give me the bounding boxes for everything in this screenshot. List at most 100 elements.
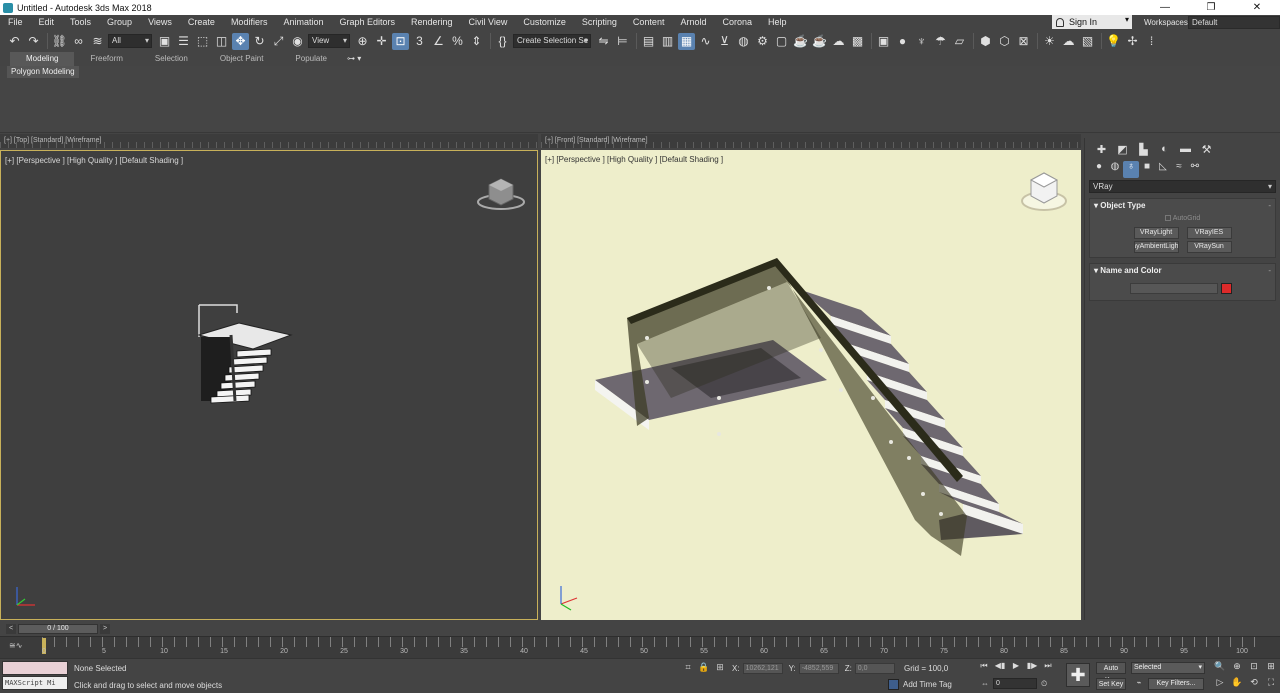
place-icon[interactable]: ◉ (289, 33, 306, 50)
zoom-all-icon[interactable]: ⊕ (1229, 661, 1245, 674)
vraysun-button[interactable]: VRaySun (1186, 241, 1232, 253)
tab-selection[interactable]: Selection (139, 52, 204, 66)
menu-modifiers[interactable]: Modifiers (223, 15, 276, 30)
z-coordinate-field[interactable]: 0,0 (854, 662, 895, 674)
corona-light-icon[interactable]: ☀ (1041, 33, 1058, 50)
display-tab-icon[interactable]: ▬ (1175, 143, 1196, 160)
scale-icon[interactable]: ⤢ (270, 33, 287, 50)
next-key-icon[interactable]: ▮▶ (1024, 661, 1040, 671)
vray-sphere-icon[interactable]: ● (894, 33, 911, 50)
ribbon-options-icon[interactable]: ⊶ ▾ (343, 52, 365, 66)
perspective-viewport-left[interactable]: [+] [Perspective ] [High Quality ] [Defa… (0, 150, 538, 620)
cameras-icon[interactable]: ■ (1139, 161, 1155, 178)
mini-curve-editor-icon[interactable]: ≅∿ (9, 641, 22, 650)
time-slider-thumb[interactable]: 0 / 100 (18, 624, 98, 634)
maxscript-listener-output[interactable] (2, 661, 68, 675)
current-frame-field[interactable]: 0 (993, 678, 1037, 689)
previous-key-icon[interactable]: ◀▮ (992, 661, 1008, 671)
pivot-center-icon[interactable]: ⊕ (354, 33, 371, 50)
play-icon[interactable]: ▶ (1008, 661, 1024, 671)
menu-help[interactable]: Help (760, 15, 795, 30)
mirror-icon[interactable]: ⇋ (595, 33, 612, 50)
maxscript-mini-listener[interactable]: MAXScript Mi (2, 676, 68, 690)
arnold-icon[interactable]: ✢ (1124, 33, 1141, 50)
default-in-out-tangents-icon[interactable]: ⌁ (1133, 678, 1145, 690)
menu-tools[interactable]: Tools (62, 15, 99, 30)
set-key-button[interactable]: Set Key (1096, 678, 1126, 690)
render-production-icon[interactable]: ☕ (792, 33, 809, 50)
y-coordinate-field[interactable]: -4852,559 (798, 662, 839, 674)
corona-proxy-icon[interactable]: ☁ (1060, 33, 1077, 50)
align-icon[interactable]: ⊨ (614, 33, 631, 50)
curve-editor-icon[interactable]: ∿ (697, 33, 714, 50)
move-icon[interactable]: ✥ (232, 32, 249, 50)
material-editor-icon[interactable]: ◍ (735, 33, 752, 50)
lock-selection-icon[interactable]: 🔒 (698, 662, 710, 674)
vray-frame-buffer-icon[interactable]: ▣ (875, 33, 892, 50)
rendered-frame-window-icon[interactable]: ▢ (773, 33, 790, 50)
redo-icon[interactable]: ↷ (25, 33, 42, 50)
vrayambientlight-button[interactable]: VRayAmbientLight (1133, 241, 1179, 253)
corona-ir-icon[interactable]: ⬡ (996, 33, 1013, 50)
minimize-button[interactable]: — (1142, 0, 1188, 15)
go-to-start-icon[interactable]: ⏮ (976, 661, 992, 671)
tab-populate[interactable]: Populate (279, 52, 343, 66)
corona-converter-icon[interactable]: ⊠ (1015, 33, 1032, 50)
render-iterative-icon[interactable]: ☕ (811, 33, 828, 50)
key-mode-toggle-icon[interactable]: ⇔ (981, 679, 989, 688)
object-name-field[interactable] (1130, 283, 1218, 294)
vrayies-button[interactable]: VRayIES (1186, 227, 1232, 239)
undo-icon[interactable]: ↶ (6, 33, 23, 50)
vray-proxy-icon[interactable]: ☂ (932, 33, 949, 50)
select-by-name-icon[interactable]: ☰ (175, 33, 192, 50)
next-frame-button[interactable]: > (100, 624, 110, 634)
menu-graph-editors[interactable]: Graph Editors (331, 15, 403, 30)
light-type-select[interactable]: VRay (1089, 180, 1276, 193)
sign-in-button[interactable]: Sign In ▾ (1052, 15, 1132, 29)
go-to-end-icon[interactable]: ⏭ (1040, 661, 1056, 671)
set-key-big-button[interactable]: ✚ (1066, 663, 1090, 687)
add-time-tag-button[interactable]: Add Time Tag (888, 679, 952, 690)
name-and-color-header[interactable]: ▾ Name and Color - (1090, 264, 1275, 278)
front-viewport-strip[interactable]: [+] [Front] [Standard] [Wireframe] (541, 134, 1081, 148)
space-warps-icon[interactable]: ≈ (1171, 161, 1187, 178)
angle-snap-icon[interactable]: ∠ (430, 33, 447, 50)
spinner-snap-icon[interactable]: ⇕ (468, 33, 485, 50)
ribbon-toggle-icon[interactable]: ▦ (678, 32, 695, 50)
key-mode-select[interactable]: Selected (1131, 662, 1205, 674)
create-tab-icon[interactable]: ✚ (1091, 143, 1112, 160)
top-viewport-strip[interactable]: [+] [Top] [Standard] [Wireframe] (0, 134, 538, 148)
vraylight-button[interactable]: VRayLight (1133, 227, 1179, 239)
absolute-mode-icon[interactable]: ⊞ (714, 662, 726, 674)
subtab-polygon-modeling[interactable]: Polygon Modeling (7, 66, 79, 78)
toolbar-overflow-icon[interactable]: ⁞ (1143, 33, 1160, 50)
tab-modeling[interactable]: Modeling (10, 52, 75, 66)
vray-plane-icon[interactable]: ▱ (951, 33, 968, 50)
a360-gallery-icon[interactable]: ▩ (849, 33, 866, 50)
keyboard-shortcut-override-icon[interactable]: ⊡ (392, 32, 409, 50)
crosshair-icon[interactable]: ✛ (373, 33, 390, 50)
time-configuration-icon[interactable]: ⏲ (1041, 679, 1047, 689)
shapes-icon[interactable]: ◍ (1107, 161, 1123, 178)
vray-fur-icon[interactable]: ♆ (913, 33, 930, 50)
auto-key-button[interactable]: Auto Key (1096, 662, 1126, 684)
corona-camera-icon[interactable]: ▧ (1079, 33, 1096, 50)
bind-space-warp-icon[interactable]: ≋ (89, 33, 106, 50)
systems-icon[interactable]: ⚯ (1187, 161, 1203, 178)
x-coordinate-field[interactable]: 10262,121 (742, 662, 783, 674)
viewcube-icon[interactable] (1019, 170, 1071, 214)
orbit-icon[interactable]: ⟲ (1246, 677, 1262, 690)
staircase-model-small[interactable] (179, 297, 299, 407)
workspace-select[interactable]: Default (1188, 16, 1280, 29)
field-of-view-icon[interactable]: ▷ (1212, 677, 1228, 690)
select-object-icon[interactable]: ▣ (156, 33, 173, 50)
menu-arnold[interactable]: Arnold (672, 15, 714, 30)
tab-object-paint[interactable]: Object Paint (204, 52, 280, 66)
helpers-icon[interactable]: ◺ (1155, 161, 1171, 178)
lights-icon[interactable]: ♁ (1123, 161, 1139, 178)
menu-create[interactable]: Create (180, 15, 223, 30)
rotate-icon[interactable]: ↻ (251, 33, 268, 50)
scene-explorer-icon[interactable]: ▤ (640, 33, 657, 50)
corona-render-icon[interactable]: ⬢ (977, 33, 994, 50)
menu-civil-view[interactable]: Civil View (461, 15, 516, 30)
